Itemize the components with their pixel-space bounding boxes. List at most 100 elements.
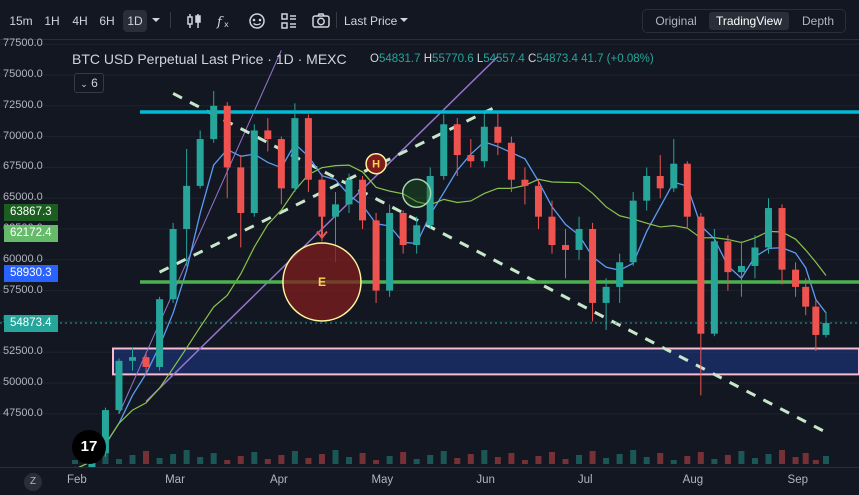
candle-body (129, 357, 137, 361)
interval-1h[interactable]: 1H (40, 10, 64, 32)
volume-bar (400, 452, 407, 464)
camera-icon[interactable] (311, 11, 331, 31)
candle-body (399, 212, 407, 246)
chevron-down-icon[interactable] (150, 14, 162, 26)
volume-bar (197, 457, 204, 464)
interval-1d[interactable]: 1D (123, 10, 147, 32)
chart-area[interactable]: EH BTC USD Perpetual Last Price · 1D · M… (0, 37, 859, 467)
volume-bar (129, 455, 136, 464)
candle-body (822, 322, 830, 335)
volume-bar (210, 453, 217, 464)
templates-icon[interactable] (247, 11, 267, 31)
candle-body (223, 105, 231, 168)
volume-bar (779, 450, 786, 464)
candle-body (562, 245, 570, 250)
interval-4h[interactable]: 4H (68, 10, 92, 32)
candles-icon[interactable] (184, 11, 204, 31)
interval-6h[interactable]: 6H (95, 10, 119, 32)
candle-body (575, 229, 583, 250)
indicators-count: 6 (91, 76, 98, 90)
price-tag: 58930.3 (4, 264, 58, 282)
ohlc-high-value: 55770.6 (432, 53, 474, 65)
view-depth[interactable]: Depth (793, 12, 843, 30)
price-tick-label: 47500.0 (3, 406, 43, 419)
candle-body (548, 216, 556, 246)
timezone-button[interactable]: Z (24, 473, 42, 491)
indicators-icon[interactable]: fx (215, 11, 235, 31)
toolbar-divider (170, 12, 171, 28)
candle-body (670, 163, 678, 189)
volume-bar (603, 458, 610, 464)
volume-bar (697, 452, 704, 464)
time-tick-label: May (371, 474, 394, 486)
candle-body (494, 126, 502, 143)
candle-body (156, 299, 164, 367)
volume-bar (278, 455, 285, 464)
candle-body (616, 262, 624, 287)
support-zone (112, 347, 859, 376)
view-tradingview[interactable]: TradingView (709, 12, 789, 30)
volume-bar (481, 450, 488, 464)
volume-bar (812, 460, 819, 464)
volume-bar (170, 454, 177, 464)
time-tick-label: Apr (269, 474, 288, 486)
candle-body (196, 139, 204, 186)
candle-body (724, 241, 732, 273)
price-tick-label: 70000.0 (3, 129, 43, 142)
volume-bar (373, 460, 380, 464)
price-tick-label: 67500.0 (3, 160, 43, 173)
price-tag: 62172.4 (4, 225, 58, 243)
volume-bar (237, 456, 244, 464)
volume-bar (684, 456, 691, 464)
chevron-down-icon: ⌄ (80, 79, 88, 89)
candle-body (710, 241, 718, 334)
candle-body (115, 360, 123, 411)
volume-bar (823, 456, 829, 464)
indicators-toggle[interactable]: ⌄ 6 (74, 73, 104, 93)
candle-body (372, 220, 380, 291)
volume-bar (346, 457, 353, 464)
candle-body (183, 185, 191, 229)
price-tag: 54873.4 (4, 314, 58, 332)
time-tick-label: Jun (476, 474, 495, 486)
candle-body (440, 124, 448, 177)
candle-body (534, 185, 542, 217)
volume-bar (251, 452, 258, 464)
candle-body (683, 163, 691, 217)
candle-body (521, 179, 529, 186)
event-marker-label: H (372, 159, 380, 171)
volume-bar (156, 458, 163, 464)
price-chart[interactable]: EH (0, 40, 859, 467)
candle-body (643, 176, 651, 201)
candle-body (237, 167, 245, 213)
candle-body (812, 306, 820, 335)
time-tick-label: Jul (577, 474, 593, 486)
volume-bar (143, 451, 150, 464)
volume-bar (521, 460, 528, 464)
chevron-down-icon[interactable] (398, 14, 410, 26)
volume-bar (643, 457, 650, 464)
view-original[interactable]: Original (647, 12, 705, 30)
volume-bar (291, 451, 298, 464)
candle-body (656, 176, 664, 189)
interval-15m[interactable]: 15m (6, 10, 36, 32)
volume-bar (115, 459, 122, 464)
time-tick-label: Mar (165, 474, 185, 486)
layout-icon[interactable] (279, 11, 299, 31)
svg-text:x: x (224, 20, 229, 29)
volume-bar (535, 456, 542, 464)
candle-body (589, 229, 597, 303)
candle-body (386, 212, 394, 291)
candle-body (764, 208, 772, 248)
time-tick-label: Aug (682, 474, 704, 486)
price-type-select[interactable]: Last Price (344, 10, 398, 32)
ohlc-open-value: 54831.7 (378, 53, 421, 65)
candle-body (210, 105, 218, 140)
candle-body (264, 130, 272, 140)
volume-bar (332, 450, 339, 464)
candle-body (697, 216, 705, 334)
volume-bar (670, 460, 677, 464)
volume-bar (548, 452, 555, 464)
volume-bar (427, 455, 434, 464)
volume-bar (508, 453, 515, 464)
